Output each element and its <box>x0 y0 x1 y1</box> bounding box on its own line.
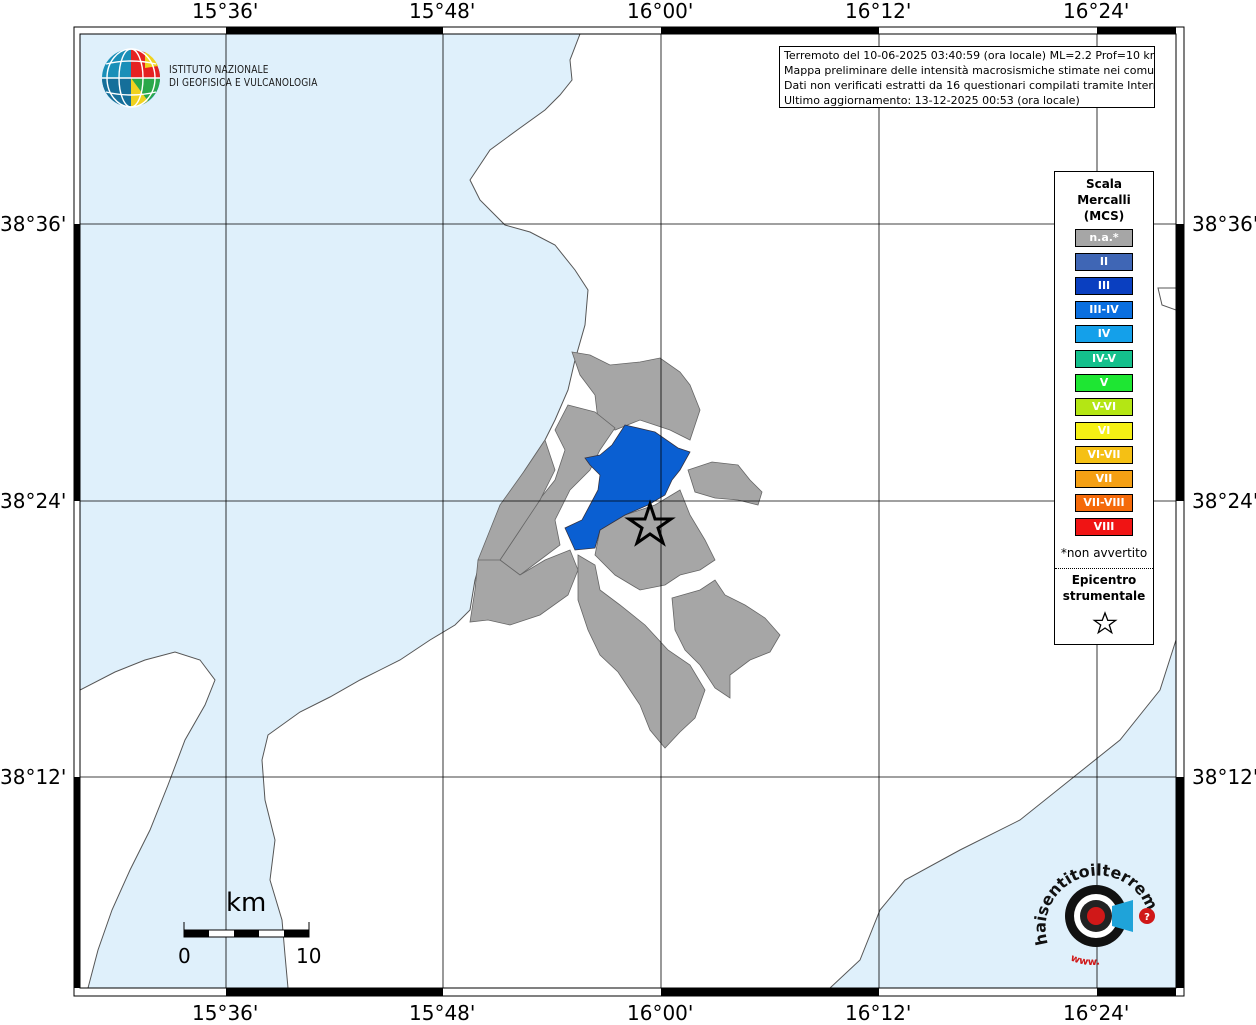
legend-item: VII <box>1075 470 1133 488</box>
lon-label-bottom: 16°24' <box>1063 1001 1130 1025</box>
lon-label-bottom: 15°48' <box>409 1001 476 1025</box>
svg-text:?: ? <box>1144 912 1150 923</box>
legend-title-line2: Mercalli <box>1077 193 1131 207</box>
event-info-line4: Ultimo aggiornamento: 13-12-2025 00:53 (… <box>784 94 1080 107</box>
svg-text:www.: www. <box>1069 953 1101 968</box>
ingv-logo-icon <box>102 48 160 108</box>
lon-label-bottom: 16°00' <box>627 1001 694 1025</box>
legend-title-line1: Scala <box>1085 177 1123 191</box>
lat-label-left: 38°36' <box>0 212 67 236</box>
event-info-line1: Terremoto del 10-06-2025 03:40:59 (ora l… <box>784 49 1155 62</box>
legend-item: III-IV <box>1075 301 1133 320</box>
lat-label-right: 38°24' <box>1192 489 1256 513</box>
ingv-logo-line2: DI GEOFISICA E VULCANOLOGIA <box>169 76 318 89</box>
legend-title: Scala Mercalli (MCS) <box>1055 176 1153 224</box>
lat-label-right: 38°12' <box>1192 765 1256 789</box>
haisentito-logo-icon[interactable]: haisentitoilterremoto.it www. ? <box>1030 852 1165 977</box>
legend-separator <box>1055 568 1153 569</box>
ingv-logo-line1: ISTITUTO NAZIONALE <box>169 63 269 76</box>
legend-item: III <box>1075 277 1133 296</box>
legend-item: V <box>1075 373 1133 392</box>
legend-item: II <box>1075 253 1133 272</box>
legend-item: V-VI <box>1075 397 1133 416</box>
haisentito-logo-www: www. <box>1069 953 1101 968</box>
lon-label-bottom: 15°36' <box>192 1001 259 1025</box>
scale-min-label: 0 <box>178 944 191 968</box>
event-info-box: Terremoto del 10-06-2025 03:40:59 (ora l… <box>779 46 1155 108</box>
event-info-line3: Dati non verificati estratti da 16 quest… <box>784 79 1155 92</box>
lat-label-left: 38°12' <box>0 765 67 789</box>
legend-item: VI <box>1075 421 1133 440</box>
legend-item: n.a.* <box>1075 229 1133 247</box>
lat-label-left: 38°24' <box>0 489 67 513</box>
legend-item: VII-VIII <box>1075 494 1133 513</box>
legend-epicenter-label: Epicentro strumentale <box>1055 572 1153 604</box>
scale-unit-label: km <box>226 888 267 918</box>
legend-item: VI-VII <box>1075 445 1133 464</box>
ingv-logo-text: ISTITUTO NAZIONALE DI GEOFISICA E VULCAN… <box>169 63 318 89</box>
lon-label-top: 15°36' <box>192 0 259 23</box>
legend-item: IV <box>1075 325 1133 344</box>
legend-title-line3: (MCS) <box>1083 209 1125 223</box>
legend-item: VIII <box>1075 518 1133 537</box>
legend-epicenter-line2: strumentale <box>1062 589 1146 603</box>
lon-label-top: 16°00' <box>627 0 694 23</box>
lon-label-top: 15°48' <box>409 0 476 23</box>
legend-note: *non avvertito <box>1060 546 1148 560</box>
legend-star-icon <box>1092 611 1118 635</box>
legend-item: IV-V <box>1075 349 1133 368</box>
lon-label-bottom: 16°12' <box>845 1001 912 1025</box>
lon-label-top: 16°12' <box>845 0 912 23</box>
scale-max-label: 10 <box>296 944 322 968</box>
event-info-line2: Mappa preliminare delle intensità macros… <box>784 64 1155 77</box>
legend-epicenter-line1: Epicentro <box>1071 573 1137 587</box>
lat-label-right: 38°36' <box>1192 212 1256 236</box>
lon-label-top: 16°24' <box>1063 0 1130 23</box>
intensity-legend: Scala Mercalli (MCS) n.a.* II III III-IV IV I… <box>1054 171 1154 645</box>
